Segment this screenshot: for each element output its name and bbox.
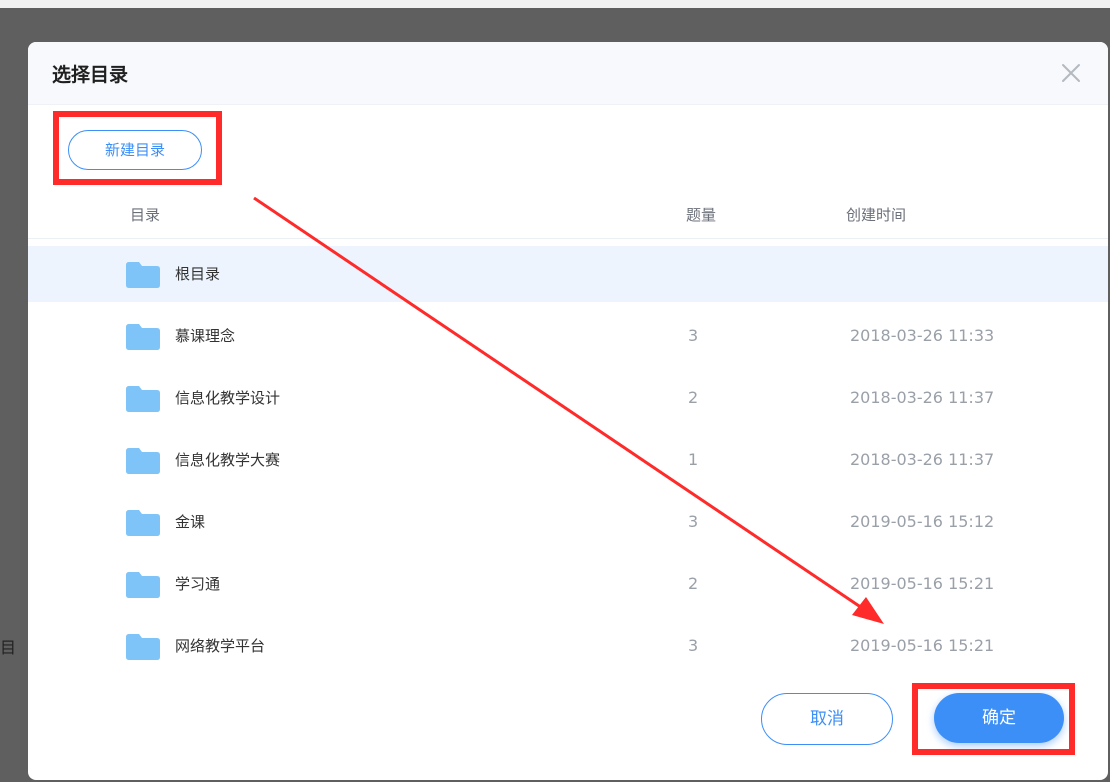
- created-time: 2019-05-16 15:12: [850, 512, 995, 531]
- folder-icon: [126, 510, 160, 536]
- ok-button[interactable]: 确定: [934, 693, 1064, 743]
- folder-icon: [126, 448, 160, 474]
- directory-row[interactable]: 学习通 2 2019-05-16 15:21: [28, 556, 1108, 612]
- dialog-title: 选择目录: [52, 64, 129, 86]
- directory-name: 信息化教学设计: [175, 389, 281, 407]
- dialog-header: 选择目录: [28, 42, 1108, 105]
- column-header-directory: 目录: [130, 206, 161, 224]
- select-directory-dialog: 选择目录 新建目录 目录 题量 创建时间 根目录慕课理念 3 2018-03-26 …: [28, 42, 1108, 780]
- folder-icon: [126, 572, 160, 598]
- cancel-button[interactable]: 取消: [761, 693, 893, 745]
- question-count: 3: [688, 512, 699, 531]
- created-time: 2019-05-16 15:21: [850, 574, 995, 593]
- directory-name: 金课: [175, 513, 206, 531]
- created-time: 2019-05-16 15:21: [850, 636, 995, 655]
- created-time: 2018-03-26 11:37: [850, 450, 995, 469]
- background-text-fragment: 目名: [0, 638, 17, 657]
- question-count: 3: [688, 326, 699, 345]
- created-time: 2018-03-26 11:33: [850, 326, 995, 345]
- directory-name: 信息化教学大赛: [175, 451, 281, 469]
- directory-row[interactable]: 金课 3 2019-05-16 15:12: [28, 494, 1108, 550]
- directory-row[interactable]: 网络教学平台 3 2019-05-16 15:21: [28, 618, 1108, 674]
- close-icon[interactable]: [1060, 62, 1082, 84]
- table-header-divider: [28, 238, 1108, 239]
- column-header-count: 题量: [686, 206, 717, 224]
- directory-row[interactable]: 根目录: [28, 246, 1108, 302]
- folder-icon: [126, 324, 160, 350]
- question-count: 1: [688, 450, 699, 469]
- directory-name: 慕课理念: [175, 327, 236, 345]
- new-directory-button[interactable]: 新建目录: [68, 130, 202, 170]
- directory-name: 学习通: [175, 575, 221, 593]
- directory-row[interactable]: 慕课理念 3 2018-03-26 11:33: [28, 308, 1108, 364]
- question-count: 3: [688, 636, 699, 655]
- directory-row[interactable]: 信息化教学大赛 1 2018-03-26 11:37: [28, 432, 1108, 488]
- created-time: 2018-03-26 11:37: [850, 388, 995, 407]
- folder-icon: [126, 634, 160, 660]
- question-count: 2: [688, 574, 699, 593]
- question-count: 2: [688, 388, 699, 407]
- directory-name: 网络教学平台: [175, 637, 266, 655]
- directory-name: 根目录: [175, 265, 221, 283]
- column-header-created-time: 创建时间: [846, 206, 907, 224]
- folder-icon: [126, 386, 160, 412]
- directory-row[interactable]: 信息化教学设计 2 2018-03-26 11:37: [28, 370, 1108, 426]
- background-top-strip: [0, 0, 1110, 8]
- folder-icon: [126, 262, 160, 288]
